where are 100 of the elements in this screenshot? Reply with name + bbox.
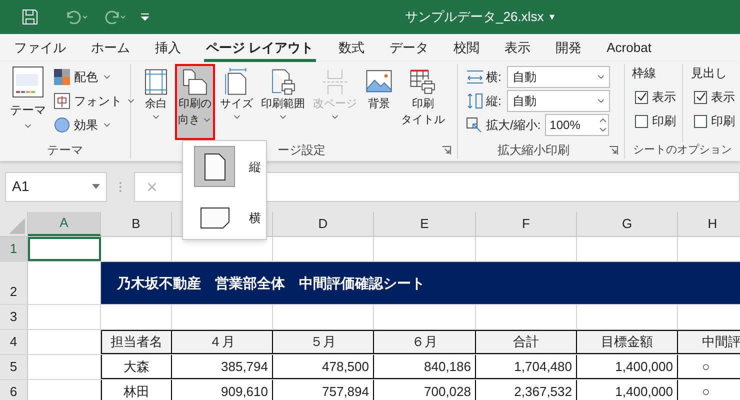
theme-option-button[interactable]: 効果 — [54, 115, 136, 135]
column-header[interactable]: B — [101, 212, 172, 236]
field-label: 拡大/縮小: — [486, 117, 541, 134]
group-label: 拡大縮小印刷 — [496, 142, 570, 159]
orientation-option[interactable]: 縦 — [183, 146, 266, 187]
ribbon-button[interactable]: 印刷 タイトル — [398, 64, 448, 140]
row-header[interactable]: 4 — [0, 330, 28, 354]
redo-icon[interactable] — [104, 10, 126, 24]
table-header-cell: ５月 — [273, 330, 374, 354]
ribbon-button[interactable]: 印刷の 向き — [175, 64, 215, 140]
table-cell: ○ — [678, 380, 740, 400]
column-header[interactable]: F — [476, 212, 577, 236]
dropdown-triangle-icon — [92, 184, 100, 189]
ribbon-tab[interactable]: ファイル — [12, 36, 68, 62]
column-header[interactable]: G — [577, 212, 678, 236]
group-label: ージ設定 — [276, 142, 326, 159]
table-header-cell: 合計 — [476, 330, 577, 354]
checkbox-label: 印刷 — [652, 113, 676, 130]
ribbon-tab[interactable]: ホーム — [89, 36, 132, 62]
field-label: 縦: — [486, 93, 502, 110]
option-heading: 見出し — [691, 65, 728, 82]
dialog-launcher-icon[interactable] — [609, 146, 618, 154]
ribbon-button[interactable]: 余白 — [139, 64, 173, 140]
table-cell: 1,704,480 — [476, 355, 577, 379]
theme-preview-icon — [12, 66, 44, 98]
color-squares-icon — [54, 69, 70, 85]
ribbon-button[interactable]: 印刷範囲 — [258, 64, 308, 140]
dropdown-field[interactable]: 自動 — [507, 66, 610, 88]
row-header[interactable]: 2 — [0, 262, 28, 304]
printer-page-icon — [269, 68, 297, 96]
dropdown-field[interactable]: 自動 — [507, 90, 610, 112]
scale-arrow-icon — [466, 117, 484, 133]
save-icon[interactable] — [22, 9, 38, 25]
table-cell: 1,400,000 — [577, 380, 678, 400]
orientation-option[interactable]: 横 — [183, 197, 266, 238]
checkbox[interactable] — [635, 90, 648, 104]
dialog-launcher-icon[interactable] — [442, 146, 451, 154]
theme-button[interactable]: テーマ — [10, 66, 46, 141]
theme-option-button[interactable]: フォント — [54, 91, 136, 111]
grip-dots-icon — [119, 180, 122, 192]
row-header[interactable]: 6 — [0, 380, 28, 400]
ribbon-button[interactable]: 背景 — [362, 64, 396, 140]
customize-toolbar-icon[interactable] — [140, 12, 150, 22]
check-icon — [636, 92, 646, 102]
ribbon-tab[interactable]: 表示 — [502, 36, 533, 62]
ribbon-tab[interactable]: 開発 — [554, 36, 584, 62]
row-header[interactable]: 3 — [0, 305, 28, 329]
column-header[interactable]: A — [28, 212, 101, 236]
ribbon-tab[interactable]: データ — [388, 36, 431, 62]
ribbon-tab[interactable]: 校閲 — [452, 36, 482, 62]
pages-icon — [181, 68, 209, 96]
table-cell: 700,028 — [374, 380, 476, 400]
margins-icon — [142, 68, 170, 96]
name-box[interactable]: A1 — [5, 172, 107, 202]
table-cell: 大森 — [101, 355, 172, 379]
column-header[interactable]: H — [678, 212, 740, 236]
checkbox[interactable] — [694, 90, 707, 104]
zoom-spinner[interactable]: 100% — [544, 114, 609, 136]
ribbon-tab[interactable]: 挿入 — [153, 36, 183, 62]
group-label: テーマ — [46, 142, 84, 159]
table-cell: 林田 — [101, 380, 172, 400]
table-cell: 1,400,000 — [577, 355, 678, 379]
undo-icon[interactable] — [66, 10, 88, 24]
ribbon-button[interactable]: サイズ — [217, 64, 256, 140]
checkbox-label: 表示 — [711, 89, 735, 106]
portrait-page-icon — [204, 152, 226, 180]
title-menu-caret[interactable]: ▾ — [550, 10, 555, 24]
table-header-cell: ６月 — [374, 330, 476, 354]
row-header[interactable]: 1 — [0, 237, 28, 261]
checkbox[interactable] — [694, 114, 707, 128]
font-glyph-icon — [54, 93, 70, 109]
column-header[interactable]: D — [273, 212, 374, 236]
ribbon-tab[interactable]: Acrobat — [604, 36, 654, 62]
landscape-page-icon — [200, 206, 230, 228]
table-cell: 478,500 — [273, 355, 374, 379]
row-header[interactable]: 5 — [0, 355, 28, 379]
checkbox[interactable] — [635, 114, 648, 128]
checkbox-label: 印刷 — [711, 113, 735, 130]
circle-effect-icon — [54, 117, 70, 133]
spinner-arrows-icon — [598, 116, 608, 134]
check-icon — [696, 92, 706, 102]
theme-option-button[interactable]: 配色 — [54, 67, 136, 87]
corner-triangle-icon — [9, 218, 25, 234]
resize-arrows-icon — [466, 69, 484, 85]
sheet-title: 乃木坂不動産 営業部全体 中間評価確認シート — [117, 274, 425, 292]
table-cell: 757,894 — [273, 380, 374, 400]
selected-cell[interactable] — [28, 237, 101, 261]
page-break-icon — [321, 68, 349, 96]
table-printer-icon — [409, 68, 437, 96]
checkbox-label: 表示 — [652, 89, 676, 106]
field-label: 横: — [486, 69, 502, 86]
ribbon-tab[interactable]: 数式 — [336, 36, 367, 62]
option-heading: 枠線 — [632, 65, 657, 82]
table-cell: 840,186 — [374, 355, 476, 379]
resize-arrows-icon — [466, 93, 484, 109]
window-title: サンプルデータ_26.xlsx — [405, 8, 544, 26]
table-header-cell: ４月 — [172, 330, 273, 354]
table-header-cell: 目標金額 — [577, 330, 678, 354]
table-cell: 385,794 — [172, 355, 273, 379]
column-header[interactable]: E — [374, 212, 476, 236]
